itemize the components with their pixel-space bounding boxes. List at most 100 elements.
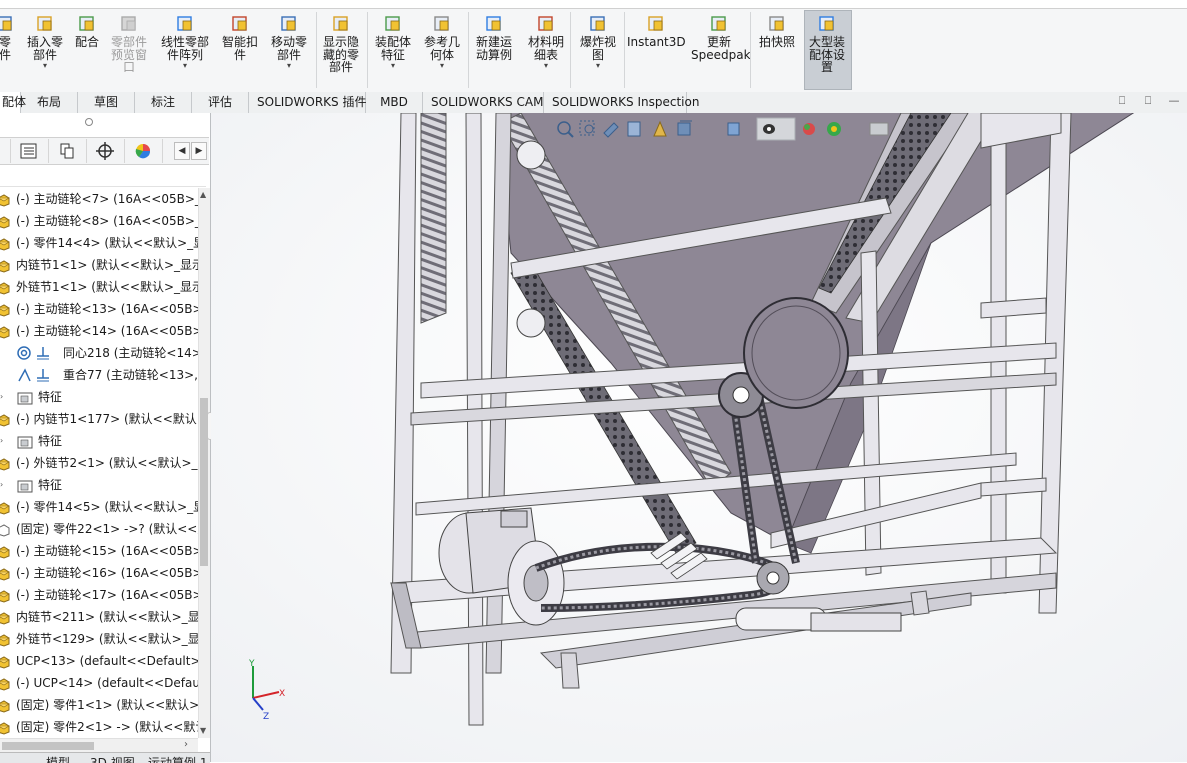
tree-item[interactable]: (固定) 零件2<1> -> (默认<<默认 (0, 716, 198, 738)
view-orientation-icon[interactable] (677, 120, 692, 136)
tab-0[interactable]: 配体 (0, 92, 26, 113)
show-hidden-button[interactable]: 显示隐 藏的零 部件 (318, 14, 364, 74)
tree-item[interactable]: 外链节1<1> (默认<<默认>_显示 (0, 276, 198, 298)
new-part-button[interactable]: 零 件 (0, 14, 16, 61)
instant3d-button[interactable]: Instant3D (627, 14, 686, 49)
dropdown-arrow-icon[interactable]: ▾ (419, 62, 465, 70)
tree-item[interactable]: › 特征 (0, 474, 198, 496)
tree-item[interactable]: (-) 零件14<5> (默认<<默认>_显 (0, 496, 198, 518)
tab-6[interactable]: MBD (366, 92, 423, 113)
mate-button[interactable]: 配合 (72, 14, 102, 49)
display-style-icon[interactable] (727, 122, 740, 136)
restore-right-icon[interactable]: ⎕ (1142, 95, 1154, 107)
component-icon (0, 258, 11, 273)
apply-scene-icon[interactable] (827, 122, 841, 136)
tree-item[interactable]: 同心218 (主动链轮<14> (0, 342, 198, 364)
hide-show-items-icon[interactable] (763, 124, 775, 134)
tree-item[interactable]: (-) 主动链轮<14> (16A<<05B>_ (0, 320, 198, 342)
tabs-scroll-left-button[interactable]: ◀ (174, 142, 190, 160)
component-preview-button[interactable]: 零部件 预览窗 口 (106, 14, 152, 74)
tree-item[interactable]: 内链节<211> (默认<<默认>_显示 (0, 606, 198, 628)
exploded-view-button[interactable]: 爆炸视 图 ▾ (575, 14, 621, 70)
new-motion-study-label: 新建运 动算例 (475, 35, 512, 62)
tree-item[interactable]: › 特征 (0, 386, 198, 408)
tree-item[interactable]: (-) 主动链轮<16> (16A<<05B>_ (0, 562, 198, 584)
minimize-icon[interactable]: — (1168, 95, 1180, 107)
new-motion-study-button[interactable]: 新建运 动算例 (471, 14, 517, 61)
previous-view-icon[interactable] (603, 122, 619, 138)
scroll-down-icon[interactable]: ▼ (200, 726, 206, 735)
tree-filter-area[interactable] (0, 164, 206, 187)
insert-component-button[interactable]: 插入零 部件 ▾ (22, 14, 68, 70)
tree-item[interactable]: 内链节1<1> (默认<<默认>_显示 (0, 254, 198, 276)
edit-appearance-icon[interactable] (803, 123, 815, 135)
tab-more[interactable] (162, 139, 174, 163)
dropdown-arrow-icon[interactable]: ▾ (266, 62, 312, 70)
tab-dimxpert-manager[interactable] (86, 139, 125, 163)
tree-item[interactable]: 重合77 (主动链轮<13>,: (0, 364, 198, 386)
tree-item[interactable]: (-) 主动链轮<17> (16A<<05B>_ (0, 584, 198, 606)
tree-item[interactable]: (-) 主动链轮<7> (16A<<05B>_§ (0, 188, 198, 210)
reference-geometry-button[interactable]: 参考几 何体 ▾ (419, 14, 465, 70)
hscrollbar-thumb[interactable] (2, 742, 94, 750)
dropdown-arrow-icon[interactable]: ▾ (575, 62, 621, 70)
bom-button[interactable]: 材料明 细表 ▾ (523, 14, 569, 70)
tree-item[interactable]: (-) 主动链轮<13> (16A<<05B>_ (0, 298, 198, 320)
component-icon (0, 566, 11, 581)
expand-arrow-icon[interactable]: › (0, 386, 3, 408)
dynamic-annotation-icon[interactable] (653, 120, 667, 137)
tab-3[interactable]: 标注 (135, 92, 192, 113)
tree-item[interactable]: (-) 外链节2<1> (默认<<默认>_显 (0, 452, 198, 474)
view-settings-icon[interactable] (869, 122, 889, 136)
graphics-area[interactable]: Y X Z (211, 113, 1187, 762)
tree-item[interactable]: (-) 主动链轮<8> (16A<<05B>_§ (0, 210, 198, 232)
snapshot-button[interactable]: 拍快照 (754, 14, 800, 49)
tree-item[interactable]: › 特征 (0, 430, 198, 452)
tab-7[interactable]: SOLIDWORKS CAM (423, 92, 544, 113)
restore-left-icon[interactable]: ⎕ (1116, 95, 1128, 107)
tree-item[interactable]: (固定) 零件1<1> (默认<<默认>_ (0, 694, 198, 716)
tree-horizontal-scrollbar[interactable]: › (0, 738, 198, 753)
move-component-button[interactable]: 移动零 部件 ▾ (266, 14, 312, 70)
tree-item[interactable]: (-) UCP<14> (default<<Default (0, 672, 198, 694)
tree-vertical-scrollbar[interactable]: ▲ ▼ (198, 188, 210, 738)
assembly-feature-button[interactable]: 装配体 特征 ▾ (370, 14, 416, 70)
dropdown-arrow-icon[interactable]: ▾ (370, 62, 416, 70)
zoom-to-fit-icon[interactable] (557, 121, 574, 138)
dropdown-arrow-icon[interactable]: ▾ (156, 62, 214, 70)
tab-1[interactable]: 布局 (21, 92, 78, 113)
tab-2[interactable]: 草图 (78, 92, 135, 113)
tree-item[interactable]: (-) 内链节1<177> (默认<<默认> (0, 408, 198, 430)
tree-item[interactable]: (固定) 零件22<1> ->? (默认<<默 (0, 518, 198, 540)
dropdown-arrow-icon[interactable]: ▾ (22, 62, 68, 70)
camera-icon (769, 16, 784, 31)
show-hidden-label: 显示隐 藏的零 部件 (322, 35, 359, 74)
tab-4[interactable]: 评估 (192, 92, 249, 113)
tree-item[interactable]: (-) 零件14<4> (默认<<默认>_显 (0, 232, 198, 254)
tree-item[interactable]: UCP<13> (default<<Default>_ (0, 650, 198, 672)
panel-grip-icon[interactable] (85, 118, 93, 126)
tab-property-manager[interactable] (10, 139, 49, 163)
expand-arrow-icon[interactable]: › (0, 430, 3, 452)
large-assembly-button[interactable]: 大型装 配体设 置 (805, 14, 849, 74)
tab-configuration-manager[interactable] (48, 139, 87, 163)
triad-x-label: X (279, 689, 285, 699)
tab-8[interactable]: SOLIDWORKS Inspection (544, 92, 699, 113)
expand-arrow-icon[interactable]: › (0, 474, 3, 496)
section-view-icon[interactable] (627, 121, 641, 137)
tree-item[interactable]: 外链节<129> (默认<<默认>_显示 (0, 628, 198, 650)
tab-5[interactable]: SOLIDWORKS 插件 (249, 92, 366, 113)
assembly-model-render[interactable]: Y X Z (211, 113, 1187, 762)
tree-item-label: (-) 主动链轮<7> (16A<<05B>_§ (16, 192, 198, 206)
smart-fastener-button[interactable]: 智能扣 件 (218, 14, 262, 61)
features-folder-icon (17, 390, 33, 405)
dropdown-arrow-icon[interactable]: ▾ (523, 62, 569, 70)
tab-display-manager[interactable] (124, 139, 163, 163)
tabs-scroll-right-button[interactable]: ▶ (191, 142, 207, 160)
scroll-right-icon[interactable]: › (184, 739, 188, 750)
tree-item[interactable]: (-) 主动链轮<15> (16A<<05B>_ (0, 540, 198, 562)
zoom-to-area-icon[interactable] (579, 120, 595, 136)
update-speedpak-button[interactable]: 更新 Speedpak (691, 14, 751, 61)
linear-pattern-button[interactable]: 线性零部 件阵列 ▾ (156, 14, 214, 70)
scroll-up-icon[interactable]: ▲ (200, 190, 206, 199)
